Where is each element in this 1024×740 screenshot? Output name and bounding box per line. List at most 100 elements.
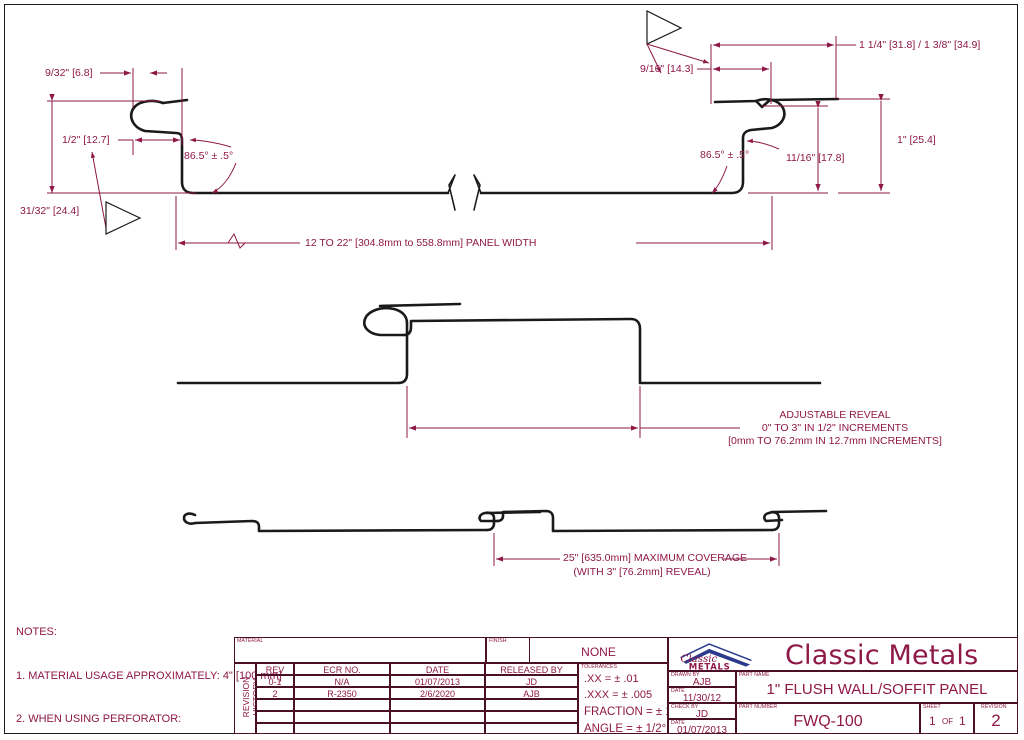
dim-label-9-32: 9/32" [6.8] [45, 67, 93, 79]
dim-label-31-32: 31/32" [24.4] [20, 205, 80, 217]
table-row: 01/07/2013 [390, 675, 485, 687]
part-name-value: 1" FLUSH WALL/SOFFIT PANEL [766, 681, 988, 698]
tolerance-xx: .XX = ± .01 [584, 673, 639, 685]
part-number-value: FWQ-100 [793, 713, 863, 730]
classic-metals-logo: Classic METALS [680, 643, 752, 670]
rev-col-header-released: RELEASED BY [485, 663, 578, 675]
tolerance-xxx: .XXX = ± .005 [584, 689, 653, 701]
part-number-cell: PART NUMBER FWQ-100 [736, 703, 920, 734]
table-row [294, 711, 390, 723]
reveal-note-line1: ADJUSTABLE REVEAL [779, 409, 891, 421]
logo-block-text: METALS [689, 662, 731, 670]
sheet-label: SHEET [923, 704, 941, 710]
tolerance-angle: ANGLE = ± 1/2° [584, 723, 667, 734]
table-row [294, 723, 390, 734]
coverage-note-line1: 25" [635.0mm] MAXIMUM COVERAGE [563, 552, 748, 564]
rev-flag-right [646, 10, 683, 45]
reveal-note-line3: [0mm TO 76.2mm IN 12.7mm INCREMENTS] [728, 435, 942, 447]
released-header-text: RELEASED BY [500, 665, 563, 675]
revision-value: 2 [991, 711, 1001, 730]
table-row: 2 [256, 687, 294, 699]
ecr-header-text: ECR NO. [323, 665, 361, 675]
revision-cell: REVISION 2 [974, 703, 1018, 734]
date-header-text: DATE [425, 665, 450, 675]
table-row [485, 723, 578, 734]
sheet-of: OF [942, 717, 954, 726]
check-by-value: JD [695, 709, 709, 719]
tolerances-label: TOLERANCES [581, 664, 618, 670]
reveal-note-line2: 0" TO 3" IN 1/2" INCREMENTS [761, 422, 909, 434]
drawn-by-cell: DRAWN BY AJB [668, 671, 736, 687]
table-row [256, 723, 294, 734]
table-row: 0-1 [256, 675, 294, 687]
finish-label: FINISH [489, 638, 507, 644]
leader-angle-left-2 [211, 162, 237, 194]
leader-rev-flag-left [90, 151, 107, 229]
check-date-cell: DATE 01/07/2013 [668, 719, 736, 734]
material-cell: MATERIAL [234, 637, 486, 663]
date-value: 2/6/2020 [419, 689, 456, 699]
finish-cell: FINISH [486, 637, 530, 663]
leader-angle-left [189, 137, 232, 148]
table-row: R-2350 [294, 687, 390, 699]
dim-label-11-16: 11/16" [17.8] [786, 152, 845, 164]
table-row [485, 711, 578, 723]
drawing-sheet: 9/32" [6.8] 1/2" [12.7] 31/32" [24.4] 86… [0, 0, 1024, 740]
rev-col-header-date: DATE [390, 663, 485, 675]
dim-label-angle-right: 86.5° ± .5° [700, 149, 750, 161]
drawn-date-cell: DATE 11/30/12 [668, 687, 736, 703]
dim-label-overall-run: 1 1/4" [31.8] / 1 3/8" [34.9] [859, 39, 981, 51]
table-row [256, 699, 294, 711]
rev-value: 0-1 [268, 677, 282, 687]
date-value: 01/07/2013 [414, 677, 461, 687]
drawn-date-value: 11/30/12 [682, 693, 722, 703]
tolerances-cell: TOLERANCES .XX = ± .01 .XXX = ± .005 FRA… [578, 663, 668, 734]
sheet-cell: SHEET 1 OF 1 [920, 703, 974, 734]
released-value: AJB [523, 689, 540, 699]
dim-label-9-16: 9/16" [14.3] [640, 63, 694, 75]
ecr-value: N/A [334, 677, 350, 687]
material-label: MATERIAL [237, 638, 264, 644]
sheet-number: 1 [929, 714, 936, 728]
coverage-note-line2: (WITH 3" [76.2mm] REVEAL) [573, 566, 711, 578]
dim-label-angle-left: 86.5° ± .5° [184, 150, 234, 162]
released-value: JD [526, 677, 537, 687]
leader-angle-right [746, 138, 780, 150]
rev-flag-left [105, 201, 142, 235]
leader-rev-flag-right [646, 43, 710, 64]
company-band: Classic METALS Classic Metals [668, 637, 1018, 671]
dim-label-half-inch: 1/2" [12.7] [62, 134, 110, 146]
rev-col-header-rev: REV [256, 663, 294, 675]
drawn-by-value: AJB [692, 677, 712, 687]
table-row [256, 711, 294, 723]
table-row [390, 723, 485, 734]
leader-angle-right-2 [711, 165, 728, 194]
sheet-total: 1 [959, 714, 966, 728]
part-number-label: PART NUMBER [739, 704, 778, 710]
panelwidth-break [227, 232, 246, 249]
rev-header-text: REV [265, 665, 285, 675]
table-row: 2/6/2020 [390, 687, 485, 699]
table-row [294, 699, 390, 711]
revision-label: REVISION [981, 704, 1007, 710]
table-row [390, 711, 485, 723]
table-row [390, 699, 485, 711]
finish-value: NONE [581, 645, 616, 659]
part-name-cell: PART NAME 1" FLUSH WALL/SOFFIT PANEL [736, 671, 1018, 703]
dim-label-panel-width: 12 TO 22" [304.8mm to 558.8mm] PANEL WID… [305, 237, 537, 249]
table-row: JD [485, 675, 578, 687]
rev-value: 2 [272, 689, 278, 699]
check-date-value: 01/07/2013 [676, 725, 728, 734]
table-row [485, 699, 578, 711]
title-block: MATERIAL FINISH NONE REVISION HISTORY RE… [234, 637, 1018, 734]
ecr-value: R-2350 [327, 689, 357, 699]
tolerance-fraction: FRACTION = ± 1/32" [584, 706, 667, 718]
part-name-label: PART NAME [739, 672, 770, 678]
company-name: Classic Metals [785, 640, 979, 671]
check-by-cell: CHECK BY JD [668, 703, 736, 719]
table-row: N/A [294, 675, 390, 687]
table-row: AJB [485, 687, 578, 699]
revision-history-cell: REVISION HISTORY [234, 663, 256, 734]
revision-history-label-line1: REVISION [241, 676, 251, 718]
rev-col-header-ecr: ECR NO. [294, 663, 390, 675]
